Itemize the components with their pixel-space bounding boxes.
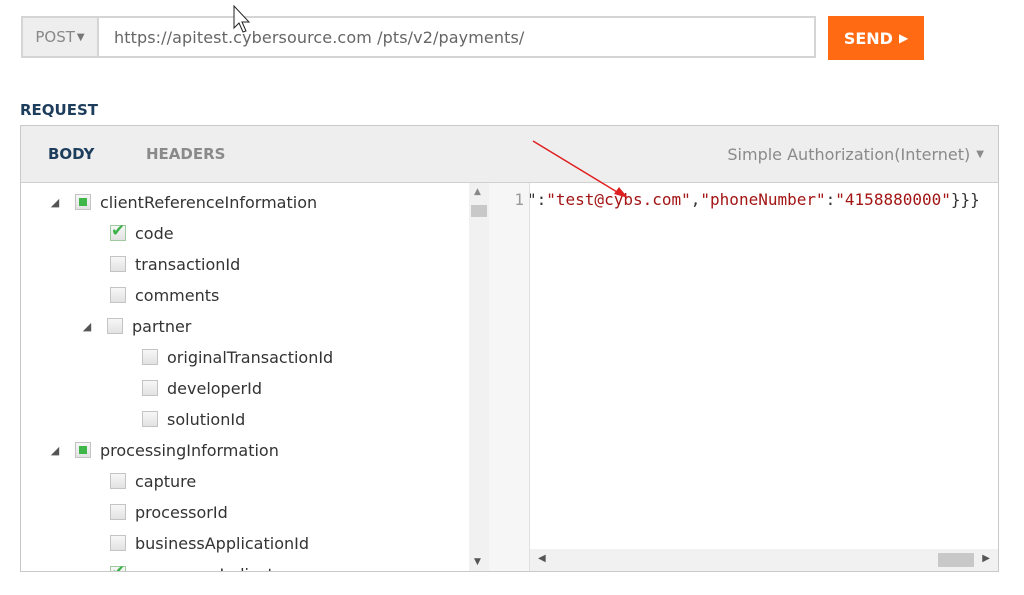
line-gutter: 1 (489, 183, 530, 571)
checkbox[interactable] (110, 504, 126, 520)
field-tree: ◢ clientReferenceInformation code transa… (21, 183, 469, 571)
tree-item-label: developerId (167, 378, 262, 398)
method-label: POST (35, 28, 75, 46)
scroll-left-icon[interactable]: ◀ (538, 553, 546, 564)
tree-item-label: transactionId (135, 254, 241, 274)
scrollbar-thumb[interactable] (471, 205, 487, 217)
chevron-down-icon: ▼ (976, 148, 984, 160)
tree-item[interactable]: processorId (110, 499, 228, 525)
tab-body[interactable]: BODY (48, 126, 94, 182)
tree-item[interactable]: ◢ processingInformation (49, 437, 279, 463)
tree-item[interactable]: solutionId (142, 406, 245, 432)
tab-bar: BODY HEADERS Simple Authorization(Intern… (21, 126, 998, 183)
send-label: SEND (843, 28, 893, 48)
tree-item[interactable]: ◢ clientReferenceInformation (49, 189, 317, 215)
tree-item-label: originalTransactionId (167, 347, 334, 367)
url-value: https://apitest.cybersource.com /pts/v2/… (114, 27, 525, 47)
checkbox[interactable] (110, 287, 126, 303)
tree-item[interactable]: businessApplicationId (110, 530, 309, 556)
checkbox[interactable] (110, 562, 126, 571)
tree-item[interactable]: developerId (142, 375, 262, 401)
triangle-down-icon[interactable]: ◢ (81, 320, 93, 333)
tree-item[interactable]: capture (110, 468, 196, 494)
send-button[interactable]: SEND ▶ (828, 16, 924, 60)
tree-item-label: partner (132, 316, 192, 336)
code-punctuation: }}} (950, 190, 980, 209)
tree-scrollbar[interactable]: ▲ ▼ (469, 183, 489, 571)
tree-item[interactable]: transactionId (110, 251, 240, 277)
code-line: ":"test@cybs.com","phoneNumber":"4158880… (530, 190, 980, 209)
scroll-up-icon[interactable]: ▲ (474, 187, 481, 197)
tree-item[interactable]: originalTransactionId (142, 344, 333, 370)
code-string: "test@cybs.com" (546, 190, 691, 209)
tree-item[interactable]: commerceIndicator (110, 561, 290, 571)
checkbox[interactable] (142, 380, 158, 396)
checkbox[interactable] (110, 221, 126, 241)
tree-item-label: solutionId (167, 409, 246, 429)
tree-item-label: comments (135, 285, 220, 305)
scrollbar-thumb[interactable] (938, 553, 974, 567)
tree-item[interactable]: comments (110, 282, 219, 308)
code-punctuation: ": (530, 190, 547, 209)
request-panel: BODY HEADERS Simple Authorization(Intern… (20, 125, 999, 572)
checkbox[interactable] (107, 318, 123, 334)
tree-item-label: commerceIndicator (135, 565, 290, 572)
tree-item-label: code (135, 223, 174, 243)
scroll-down-icon[interactable]: ▼ (474, 557, 481, 567)
tree-item[interactable]: code (110, 220, 174, 246)
tree-item-label: processingInformation (100, 440, 279, 460)
section-heading: REQUEST (20, 101, 99, 119)
tree-item-label: clientReferenceInformation (100, 192, 318, 212)
checkbox[interactable] (110, 256, 126, 272)
triangle-down-icon[interactable]: ◢ (49, 196, 61, 209)
auth-dropdown[interactable]: Simple Authorization(Internet) ▼ (727, 126, 984, 182)
scroll-right-icon[interactable]: ▶ (982, 553, 990, 564)
code-punctuation: : (825, 190, 836, 209)
tree-item[interactable]: ◢ partner (81, 313, 192, 339)
tab-headers[interactable]: HEADERS (146, 126, 225, 182)
checkbox[interactable] (75, 442, 91, 458)
checkbox[interactable] (142, 411, 158, 427)
line-number: 1 (514, 190, 524, 209)
checkbox[interactable] (110, 535, 126, 551)
method-dropdown[interactable]: POST ▼ (21, 16, 97, 58)
code-string: "4158880000" (835, 190, 951, 209)
play-icon: ▶ (898, 31, 909, 45)
chevron-down-icon: ▼ (76, 31, 85, 43)
checkbox[interactable] (142, 349, 158, 365)
editor-horizontal-scrollbar[interactable]: ◀ ▶ (530, 549, 998, 571)
checkbox[interactable] (75, 194, 91, 210)
tree-item-label: processorId (135, 502, 228, 522)
checkbox[interactable] (110, 473, 126, 489)
tree-item-label: businessApplicationId (135, 533, 310, 553)
code-editor[interactable]: ":"test@cybs.com","phoneNumber":"4158880… (530, 183, 998, 571)
triangle-down-icon[interactable]: ◢ (49, 444, 61, 457)
auth-label: Simple Authorization(Internet) (727, 144, 971, 164)
url-input[interactable]: https://apitest.cybersource.com /pts/v2/… (97, 16, 816, 58)
tree-item-label: capture (135, 471, 197, 491)
code-punctuation: , (690, 190, 701, 209)
code-string: "phoneNumber" (700, 190, 826, 209)
